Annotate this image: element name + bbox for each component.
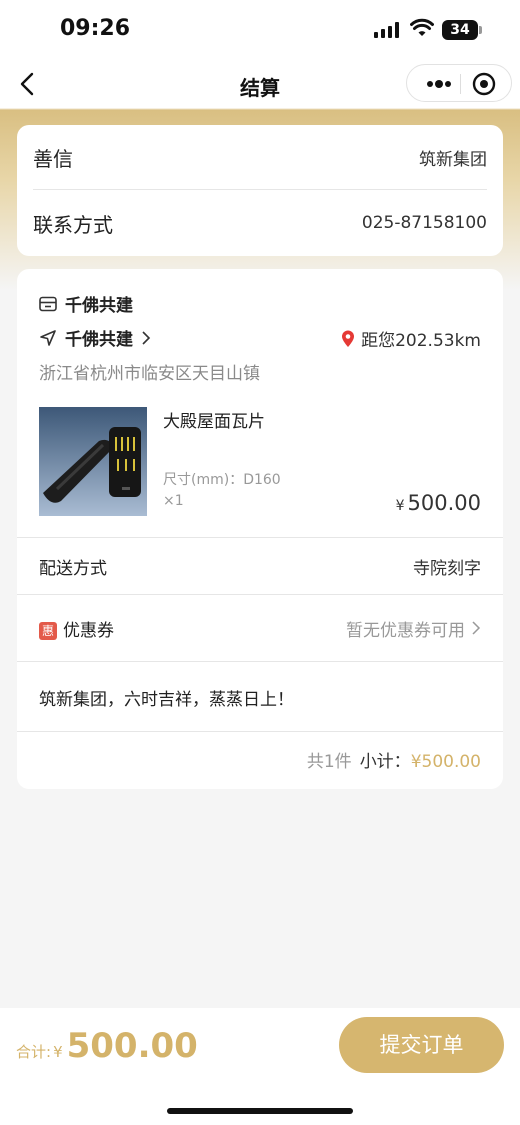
close-target-icon[interactable] [471,71,497,97]
navigation-arrow-icon [40,329,56,346]
coupon-badge-icon: 惠 [39,621,57,640]
store-icon [39,296,57,311]
more-button[interactable] [417,65,459,101]
delivery-row[interactable]: 配送方式 寺院刻字 [39,551,481,581]
customer-info-card: 善信 筑新集团 联系方式 025-87158100 [17,125,503,256]
divider [33,189,487,190]
name-row: 善信 筑新集团 [33,125,487,189]
subtotal-label: 小计： [359,752,411,772]
delivery-value: 寺院刻字 [413,558,481,579]
product-image [39,407,147,516]
contact-label: 联系方式 [33,212,113,237]
product-spec: 尺寸(mm)：D160 [163,472,281,488]
divider [17,537,503,538]
name-value: 筑新集团 [419,149,487,170]
coupon-row[interactable]: 惠优惠券 暂无优惠券可用 [39,613,481,643]
capsule-divider [460,74,461,94]
wifi-icon [410,18,434,36]
order-total: 合计: ¥ 500.00 [16,1026,198,1066]
submit-order-button[interactable]: 提交订单 [339,1017,504,1073]
nav-bar: 结算 [0,60,520,108]
coupon-value: 暂无优惠券可用 [346,620,465,641]
coupon-label-group: 惠优惠券 [39,616,114,641]
signal-icon [374,22,399,38]
price-amount: 500.00 [407,491,481,515]
distance: 距您202.53km [341,326,481,351]
divider [17,594,503,595]
coupon-label: 优惠券 [63,620,114,641]
product-name: 大殿屋面瓦片 [163,412,265,432]
mini-program-capsule [406,64,512,102]
location-pin-icon [342,330,355,347]
store-name: 千佛共建 [65,330,133,350]
delivery-label: 配送方式 [39,558,107,579]
battery-icon: 34 [442,20,478,40]
product-quantity: ×1 [163,493,184,509]
shop-name: 千佛共建 [65,296,133,316]
total-label: 合计: [16,1043,52,1061]
battery-cap [479,26,482,34]
contact-value: 025-87158100 [361,213,487,233]
chevron-right-icon [142,330,151,345]
more-dot-icon [427,81,433,87]
more-dot-icon [445,81,451,87]
back-icon[interactable] [14,68,44,100]
chevron-right-icon [472,621,481,635]
contact-row: 联系方式 025-87158100 [33,191,487,255]
status-time: 09:26 [60,16,131,41]
coupon-status: 暂无优惠券可用 [346,616,481,641]
divider [17,731,503,732]
store-link[interactable]: 千佛共建 [39,325,151,350]
subtotal: 共1件 小计：¥500.00 [307,747,481,772]
order-message: 筑新集团，六时吉祥，蒸蒸日上！ [39,690,294,710]
total-currency: ¥ [53,1043,63,1061]
store-address: 浙江省杭州市临安区天目山镇 [39,364,260,384]
order-card: 千佛共建 千佛共建 距您202.53km 浙江省杭州市临安区天目山镇 大殿屋面瓦… [17,269,503,789]
divider [17,661,503,662]
item-count: 共1件 [306,752,352,772]
name-label: 善信 [33,146,73,171]
more-dot-icon [435,80,443,88]
price-currency: ¥ [395,498,405,514]
status-bar: 09:26 34 [0,0,520,60]
distance-text: 距您202.53km [361,331,481,351]
home-indicator [167,1108,353,1114]
total-value: 500.00 [66,1026,198,1066]
shop-header: 千佛共建 [39,291,133,316]
product-price: ¥ 500.00 [396,491,481,515]
subtotal-value: ¥500.00 [410,752,481,772]
